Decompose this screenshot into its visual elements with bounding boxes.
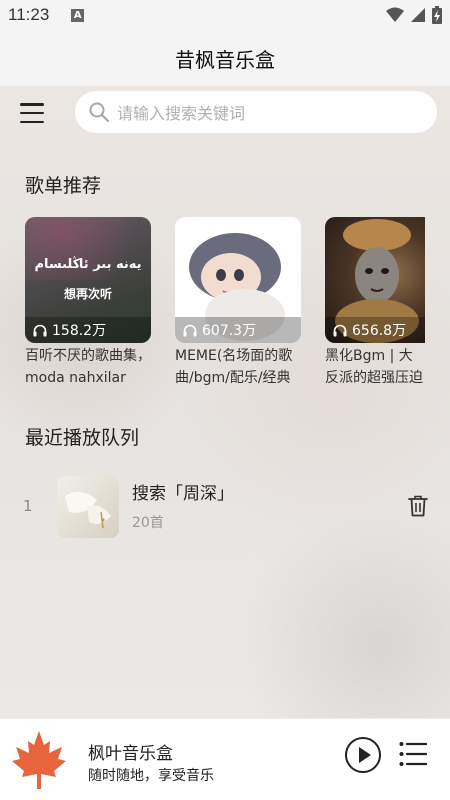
queue-item-count: 20首 bbox=[132, 515, 164, 531]
queue-item[interactable]: 1 搜索「周深」 20首 bbox=[0, 472, 450, 542]
search-input[interactable]: 请输入搜索关键词 bbox=[75, 91, 437, 133]
recommend-section-title: 歌单推荐 bbox=[25, 175, 102, 197]
headphones-icon bbox=[333, 324, 347, 336]
mini-player[interactable]: 枫叶音乐盒 随时随地，享受音乐 bbox=[0, 718, 450, 800]
playlist-cover: 656.8万 bbox=[325, 217, 425, 343]
playlist-cover: يەنە بىر ئاڭلىسام 想再次听 158.2万 bbox=[25, 217, 151, 343]
queue-section-title: 最近播放队列 bbox=[25, 427, 140, 449]
play-count-value: 656.8万 bbox=[352, 323, 407, 339]
playlist-card[interactable]: يەنە بىر ئاڭلىسام 想再次听 158.2万 百听不厌的歌曲集，m… bbox=[25, 217, 151, 389]
playlist-name: 百听不厌的歌曲集，moda nahxilar bbox=[25, 348, 151, 386]
app-title: 昔枫音乐盒 bbox=[175, 47, 275, 72]
play-button[interactable] bbox=[344, 736, 382, 774]
status-icons bbox=[386, 6, 442, 24]
cover-text-bottom: 想再次听 bbox=[63, 287, 112, 301]
cover-text-top: يەنە بىر ئاڭلىسام bbox=[34, 257, 142, 272]
app-title-bar: 昔枫音乐盒 bbox=[0, 30, 450, 86]
queue-item-cover bbox=[57, 476, 119, 538]
play-count-value: 158.2万 bbox=[52, 323, 107, 339]
headphones-icon bbox=[183, 324, 197, 336]
maple-leaf-icon bbox=[12, 731, 66, 789]
menu-icon[interactable] bbox=[20, 103, 44, 123]
playlist-name: MEME(名场面的歌曲/bgm/配乐/经典 bbox=[175, 348, 293, 386]
delete-icon[interactable] bbox=[408, 495, 428, 517]
queue-item-index: 1 bbox=[23, 497, 33, 515]
search-placeholder: 请输入搜索关键词 bbox=[117, 104, 246, 123]
playlist-card[interactable]: 607.3万 MEME(名场面的歌曲/bgm/配乐/经典 bbox=[175, 217, 301, 389]
status-bar: 11:23 A bbox=[0, 0, 450, 30]
playlist-card[interactable]: 656.8万 黑化Bgm | 大反派的超强压迫感 bbox=[325, 217, 425, 389]
headphones-icon bbox=[33, 324, 47, 336]
queue-item-title: 搜索「周深」 bbox=[132, 484, 234, 504]
signal-icon bbox=[411, 8, 425, 22]
playlist-name: 黑化Bgm | 大反派的超强压迫感 bbox=[325, 348, 423, 386]
status-time: 11:23 bbox=[8, 5, 50, 24]
playlist-cover: 607.3万 bbox=[175, 217, 301, 343]
battery-icon bbox=[432, 6, 442, 24]
wifi-icon bbox=[386, 7, 404, 22]
play-count: 158.2万 bbox=[25, 317, 151, 343]
notification-badge-icon: A bbox=[71, 8, 85, 22]
play-count: 607.3万 bbox=[175, 317, 301, 343]
playlist-icon[interactable] bbox=[399, 741, 427, 767]
player-subtitle: 随时随地，享受音乐 bbox=[88, 768, 214, 784]
play-count: 656.8万 bbox=[325, 317, 425, 343]
queue-cover-image bbox=[65, 491, 111, 529]
search-icon bbox=[89, 102, 109, 122]
player-title: 枫叶音乐盒 bbox=[88, 744, 173, 764]
play-count-value: 607.3万 bbox=[202, 323, 257, 339]
